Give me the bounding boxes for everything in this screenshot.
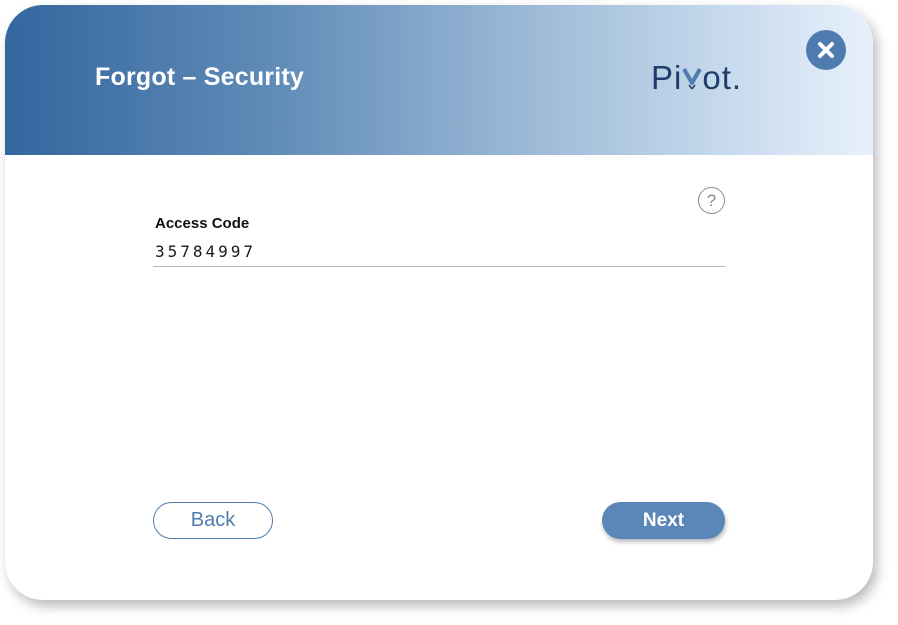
pivot-logo: Pi ot. <box>651 59 742 99</box>
close-button[interactable] <box>806 30 846 70</box>
dialog-title: Forgot – Security <box>95 63 304 91</box>
close-icon <box>818 42 834 58</box>
next-button[interactable]: Next <box>602 502 725 539</box>
logo-text-prefix: Pi <box>651 59 683 96</box>
help-question-icon[interactable]: ? <box>698 187 725 214</box>
dialog-header: Forgot – Security Pi ot. <box>5 5 873 155</box>
pivot-v-mark-icon <box>682 59 703 91</box>
access-code-field[interactable] <box>153 237 725 267</box>
forgot-security-dialog: Forgot – Security Pi ot. ? Access Code B… <box>5 5 873 600</box>
access-code-label: Access Code <box>155 215 250 232</box>
back-button[interactable]: Back <box>153 502 273 539</box>
logo-text-suffix: ot. <box>702 59 743 96</box>
